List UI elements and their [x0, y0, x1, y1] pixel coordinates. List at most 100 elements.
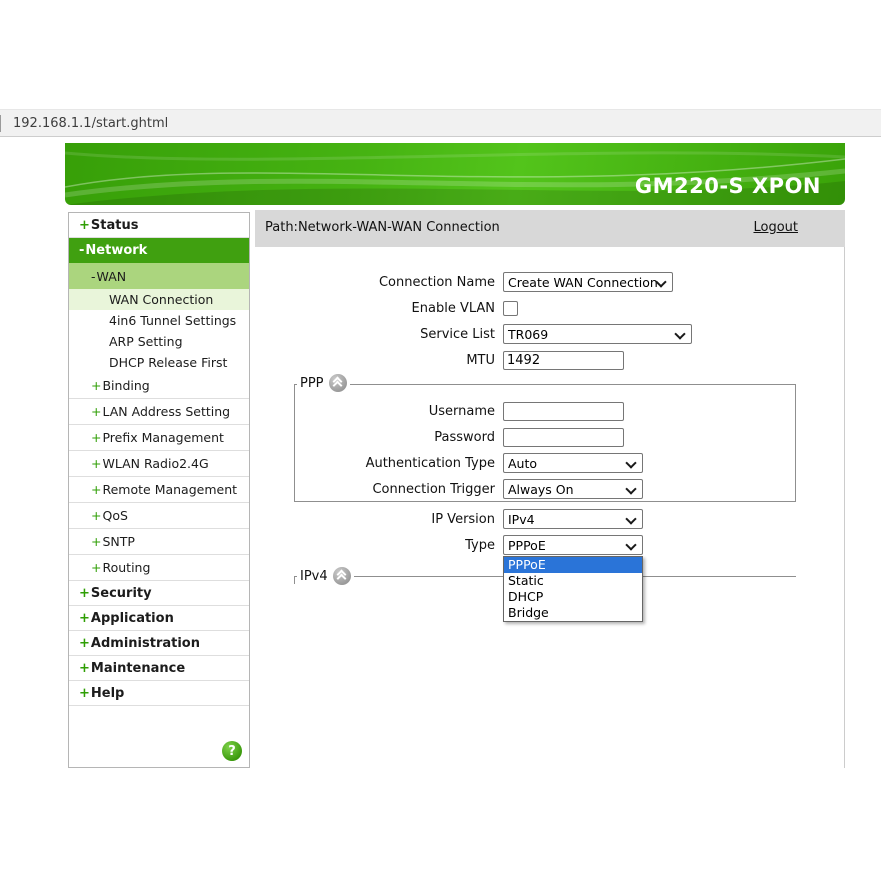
- sidebar-item-label: DHCP Release First: [109, 355, 227, 370]
- chevron-down-icon: [625, 483, 636, 494]
- sidebar-item-label: Application: [91, 611, 174, 626]
- chevron-down-icon: [625, 513, 636, 524]
- breadcrumb: Path:Network-WAN-WAN Connection: [265, 220, 500, 235]
- dropdown-option-static[interactable]: Static: [504, 573, 642, 589]
- mtu-input[interactable]: [503, 351, 624, 370]
- chevron-down-icon: [625, 457, 636, 468]
- auth-type-value: Auto: [508, 456, 537, 471]
- expand-plus-icon: +: [91, 378, 101, 393]
- expand-plus-icon: +: [79, 586, 90, 601]
- type-select[interactable]: PPPoE: [503, 535, 643, 555]
- sidebar-item-label: LAN Address Setting: [102, 404, 230, 419]
- logout-link[interactable]: Logout: [753, 220, 798, 235]
- connection-name-select[interactable]: Create WAN Connection: [503, 272, 673, 292]
- sidebar-item-dhcp-release-first[interactable]: DHCP Release First: [69, 352, 249, 373]
- address-url: 192.168.1.1/start.ghtml: [13, 116, 168, 131]
- username-label: Username: [295, 404, 495, 419]
- auth-type-select[interactable]: Auto: [503, 453, 643, 473]
- chevron-down-icon: [625, 539, 636, 550]
- address-bar-divider: [0, 115, 1, 132]
- sidebar-item-label: Help: [91, 686, 124, 701]
- sidebar-item-binding[interactable]: +Binding: [69, 373, 249, 399]
- ipv4-legend: IPv4: [297, 567, 354, 585]
- sidebar-item-prefix-management[interactable]: +Prefix Management: [69, 425, 249, 451]
- sidebar-item-lan-address-setting[interactable]: +LAN Address Setting: [69, 399, 249, 425]
- ip-version-value: IPv4: [508, 512, 535, 527]
- expand-plus-icon: +: [91, 456, 101, 471]
- expand-plus-icon: +: [91, 482, 101, 497]
- collapse-section-button[interactable]: [329, 374, 347, 392]
- sidebar-item-arp-setting[interactable]: ARP Setting: [69, 331, 249, 352]
- chevron-down-icon: [674, 328, 685, 339]
- type-dropdown-list: PPPoE Static DHCP Bridge: [503, 556, 643, 622]
- sidebar-item-remote-management[interactable]: +Remote Management: [69, 477, 249, 503]
- sidebar-item-qos[interactable]: +QoS: [69, 503, 249, 529]
- dropdown-option-pppoe[interactable]: PPPoE: [504, 557, 642, 573]
- sidebar-item-maintenance[interactable]: +Maintenance: [69, 656, 249, 681]
- sidebar-item-label: Status: [91, 218, 139, 233]
- dropdown-option-bridge[interactable]: Bridge: [504, 605, 642, 621]
- connection-trigger-select[interactable]: Always On: [503, 479, 643, 499]
- sidebar-item-label: Administration: [91, 636, 200, 651]
- sidebar-item-administration[interactable]: +Administration: [69, 631, 249, 656]
- type-value: PPPoE: [508, 538, 546, 553]
- password-label: Password: [295, 430, 495, 445]
- collapse-section-button[interactable]: [333, 567, 351, 585]
- ipv4-legend-label: IPv4: [300, 569, 328, 584]
- password-input[interactable]: [503, 428, 624, 447]
- sidebar-item-label: ARP Setting: [109, 334, 183, 349]
- sidebar-item-label: 4in6 Tunnel Settings: [109, 313, 236, 328]
- username-input[interactable]: [503, 402, 624, 421]
- sidebar-item-label: WAN: [97, 269, 127, 284]
- sidebar-item-application[interactable]: +Application: [69, 606, 249, 631]
- device-model-title: GM220-S XPON: [635, 174, 821, 198]
- sidebar-item-label: WAN Connection: [109, 292, 213, 307]
- enable-vlan-checkbox[interactable]: [503, 301, 518, 316]
- sidebar-item-routing[interactable]: +Routing: [69, 555, 249, 581]
- header-banner: GM220-S XPON: [65, 143, 845, 205]
- expand-plus-icon: +: [91, 404, 101, 419]
- enable-vlan-label: Enable VLAN: [295, 301, 495, 316]
- sidebar-item-label: QoS: [102, 508, 127, 523]
- sidebar-item-help[interactable]: +Help: [69, 681, 249, 706]
- sidebar-item-label: Binding: [102, 378, 149, 393]
- sidebar-item-status[interactable]: +Status: [69, 213, 249, 238]
- sidebar-item-wan[interactable]: -WAN: [69, 263, 249, 289]
- sidebar-item-label: WLAN Radio2.4G: [102, 456, 208, 471]
- ip-version-label: IP Version: [295, 512, 495, 527]
- sidebar-item-label: Security: [91, 586, 152, 601]
- sidebar-item-label: Maintenance: [91, 661, 185, 676]
- sidebar-item-wan-connection[interactable]: WAN Connection: [69, 289, 249, 310]
- connection-name-value: Create WAN Connection: [508, 275, 658, 290]
- sidebar-item-wlan-radio[interactable]: +WLAN Radio2.4G: [69, 451, 249, 477]
- expand-plus-icon: +: [91, 534, 101, 549]
- type-label: Type: [295, 538, 495, 553]
- sidebar-item-network[interactable]: -Network: [69, 238, 249, 263]
- service-list-label: Service List: [295, 327, 495, 342]
- connection-name-label: Connection Name: [295, 275, 495, 290]
- expand-plus-icon: +: [79, 636, 90, 651]
- sidebar-item-4in6-tunnel[interactable]: 4in6 Tunnel Settings: [69, 310, 249, 331]
- service-list-select[interactable]: TR069: [503, 324, 692, 344]
- collapse-minus-icon: -: [79, 243, 84, 258]
- ppp-legend-label: PPP: [300, 376, 324, 391]
- expand-plus-icon: +: [79, 661, 90, 676]
- ppp-legend: PPP: [297, 374, 350, 392]
- sidebar-item-label: Prefix Management: [102, 430, 223, 445]
- address-bar[interactable]: 192.168.1.1/start.ghtml: [0, 109, 881, 137]
- ip-version-select[interactable]: IPv4: [503, 509, 643, 529]
- sidebar-item-security[interactable]: +Security: [69, 581, 249, 606]
- router-admin-page: 192.168.1.1/start.ghtml GM220-S XPON +St…: [0, 0, 881, 881]
- expand-plus-icon: +: [91, 560, 101, 575]
- sidebar-item-label: Remote Management: [102, 482, 237, 497]
- expand-plus-icon: +: [79, 686, 90, 701]
- expand-plus-icon: +: [79, 611, 90, 626]
- sidebar-item-sntp[interactable]: +SNTP: [69, 529, 249, 555]
- dropdown-option-dhcp[interactable]: DHCP: [504, 589, 642, 605]
- sidebar-item-label: SNTP: [102, 534, 134, 549]
- sidebar-nav: +Status -Network -WAN WAN Connection 4in…: [68, 212, 250, 768]
- connection-trigger-value: Always On: [508, 482, 574, 497]
- connection-trigger-label: Connection Trigger: [295, 482, 495, 497]
- help-button[interactable]: ?: [222, 741, 242, 761]
- auth-type-label: Authentication Type: [295, 456, 495, 471]
